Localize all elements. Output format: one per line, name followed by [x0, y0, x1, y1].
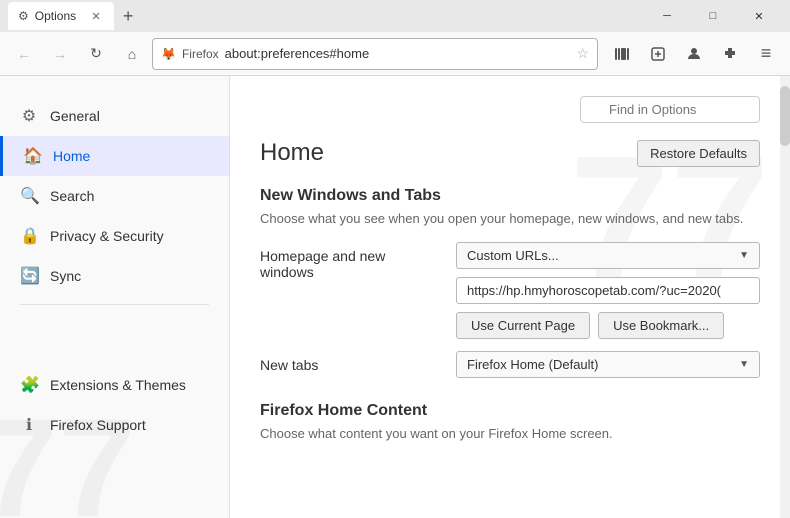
sidebar-label-support: Firefox Support	[50, 417, 146, 433]
active-tab[interactable]: ⚙ Options ✕	[8, 2, 114, 30]
sidebar-item-sync[interactable]: 🔄 Sync	[0, 256, 229, 296]
find-options-bar: 🔍	[260, 96, 760, 123]
new-tabs-dropdown-value: Firefox Home (Default)	[467, 357, 598, 372]
page-title-row: Home Restore Defaults	[260, 139, 760, 167]
toolbar-icons: ≡	[606, 38, 782, 70]
home-content-desc: Choose what content you want on your Fir…	[260, 426, 760, 441]
minimize-button[interactable]: ─	[644, 0, 690, 32]
navbar: ← → ↻ ⌂ 🦊 Firefox about:preferences#home…	[0, 32, 790, 76]
sidebar-label-home: Home	[53, 148, 90, 164]
sidebar-divider	[20, 304, 209, 305]
new-tabs-dropdown[interactable]: Firefox Home (Default) ▼	[456, 351, 760, 378]
reload-button[interactable]: ↻	[80, 38, 112, 70]
sidebar-item-extensions[interactable]: 🧩 Extensions & Themes	[0, 365, 229, 405]
use-current-page-button[interactable]: Use Current Page	[456, 312, 590, 339]
find-options-input[interactable]	[580, 96, 760, 123]
sidebar-item-search[interactable]: 🔍 Search	[0, 176, 229, 216]
homepage-label: Homepage and new windows	[260, 242, 440, 280]
tab-close-button[interactable]: ✕	[88, 8, 104, 24]
home-content-section: Firefox Home Content Choose what content…	[260, 402, 760, 441]
bookmark-star-icon[interactable]: ☆	[576, 45, 589, 62]
general-icon: ⚙	[20, 106, 38, 126]
main-layout: 77 ⚙ General 🏠 Home 🔍 Search 🔒 Privacy &…	[0, 76, 790, 518]
tab-bar: ⚙ Options ✕ +	[8, 0, 644, 32]
home-button[interactable]: ⌂	[116, 38, 148, 70]
homepage-btn-row: Use Current Page Use Bookmark...	[456, 312, 760, 339]
use-bookmark-button[interactable]: Use Bookmark...	[598, 312, 724, 339]
sidebar-item-home[interactable]: 🏠 Home	[0, 136, 229, 176]
content-area: 77 🔍 Home Restore Defaults New Windows a…	[230, 76, 790, 518]
homepage-row: Homepage and new windows Custom URLs... …	[260, 242, 760, 339]
chevron-down-icon: ▼	[739, 250, 749, 261]
new-windows-tabs-desc: Choose what you see when you open your h…	[260, 211, 760, 226]
new-tabs-chevron-icon: ▼	[739, 359, 749, 370]
extensions-icon: 🧩	[20, 375, 38, 395]
account-button[interactable]	[678, 38, 710, 70]
sidebar-label-general: General	[50, 108, 100, 124]
sidebar-label-sync: Sync	[50, 268, 81, 284]
home-content-title: Firefox Home Content	[260, 402, 760, 420]
find-options-wrapper: 🔍	[580, 96, 760, 123]
sidebar-label-privacy: Privacy & Security	[50, 228, 164, 244]
new-tabs-label: New tabs	[260, 351, 440, 373]
sidebar-item-privacy[interactable]: 🔒 Privacy & Security	[0, 216, 229, 256]
new-tab-button[interactable]: +	[114, 2, 142, 30]
homepage-control: Custom URLs... ▼ Use Current Page Use Bo…	[456, 242, 760, 339]
url-input[interactable]	[456, 277, 760, 304]
sidebar-item-support[interactable]: ℹ Firefox Support	[0, 405, 229, 445]
close-button[interactable]: ✕	[736, 0, 782, 32]
address-brand: Firefox	[182, 47, 219, 61]
forward-button[interactable]: →	[44, 38, 76, 70]
firefox-icon: 🦊	[161, 47, 176, 61]
sidebar-item-general[interactable]: ⚙ General	[0, 96, 229, 136]
homepage-dropdown[interactable]: Custom URLs... ▼	[456, 242, 760, 269]
back-button[interactable]: ←	[8, 38, 40, 70]
address-url: about:preferences#home	[225, 46, 571, 61]
scrollbar[interactable]	[780, 76, 790, 518]
lock-icon: 🔒	[20, 226, 38, 246]
page-title: Home	[260, 139, 324, 167]
new-tabs-row: New tabs Firefox Home (Default) ▼	[260, 351, 760, 378]
tab-icon: ⚙	[18, 9, 29, 23]
new-windows-tabs-title: New Windows and Tabs	[260, 187, 760, 205]
window-controls: ─ □ ✕	[644, 0, 782, 32]
homepage-dropdown-value: Custom URLs...	[467, 248, 559, 263]
new-windows-tabs-section: New Windows and Tabs Choose what you see…	[260, 187, 760, 378]
tab-label: Options	[35, 9, 76, 23]
extensions-button[interactable]	[714, 38, 746, 70]
sync-icon-btn[interactable]	[642, 38, 674, 70]
sync-icon: 🔄	[20, 266, 38, 286]
scrollbar-thumb[interactable]	[780, 86, 790, 146]
new-tabs-control: Firefox Home (Default) ▼	[456, 351, 760, 378]
menu-button[interactable]: ≡	[750, 38, 782, 70]
address-bar[interactable]: 🦊 Firefox about:preferences#home ☆	[152, 38, 598, 70]
search-icon: 🔍	[20, 186, 38, 206]
sidebar: 77 ⚙ General 🏠 Home 🔍 Search 🔒 Privacy &…	[0, 76, 230, 518]
restore-defaults-button[interactable]: Restore Defaults	[637, 140, 760, 167]
library-button[interactable]	[606, 38, 638, 70]
titlebar: ⚙ Options ✕ + ─ □ ✕	[0, 0, 790, 32]
support-icon: ℹ	[20, 415, 38, 435]
sidebar-label-search: Search	[50, 188, 94, 204]
maximize-button[interactable]: □	[690, 0, 736, 32]
sidebar-label-extensions: Extensions & Themes	[50, 377, 186, 393]
home-icon: 🏠	[23, 146, 41, 166]
